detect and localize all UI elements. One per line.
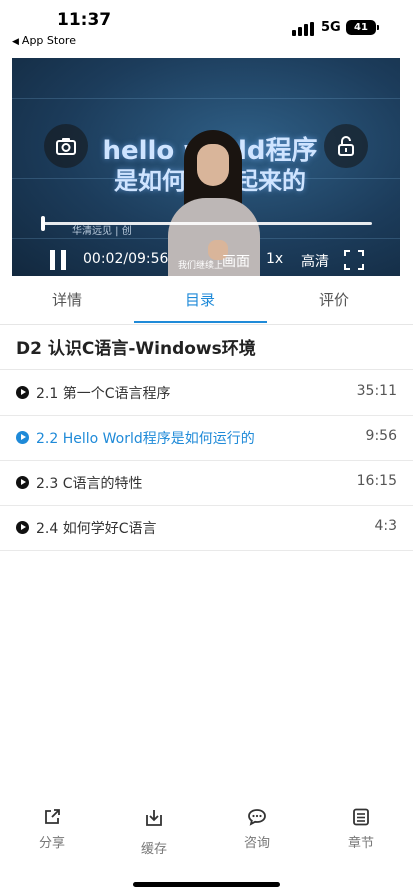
progress-track[interactable]	[42, 222, 372, 225]
lesson-item[interactable]: 2.1 第一个C语言程序 35:11	[0, 370, 413, 416]
back-to-app-store[interactable]: ◀ App Store	[12, 34, 76, 47]
status-bar: 11:37 ◀ App Store 5G 41	[0, 0, 413, 56]
battery-tip	[377, 25, 379, 30]
back-label[interactable]: App Store	[22, 34, 76, 47]
tab-reviews[interactable]: 评价	[294, 280, 374, 324]
active-tab-indicator	[134, 321, 267, 323]
download-icon	[146, 810, 162, 826]
battery-icon: 41	[346, 20, 376, 35]
chapter-title: D2 认识C语言-Windows环境	[16, 339, 256, 359]
fullscreen-button[interactable]	[344, 250, 364, 274]
lesson-title: 2.4 如何学好C语言	[36, 521, 157, 537]
camera-icon	[56, 138, 76, 155]
tab-catalog[interactable]: 目录	[160, 280, 240, 324]
share-label: 分享	[38, 836, 65, 851]
lesson-duration: 16:15	[356, 473, 397, 489]
unlock-icon	[338, 136, 354, 156]
picture-mode-button[interactable]: 画面	[222, 251, 250, 271]
status-time: 11:37	[57, 10, 112, 30]
lesson-duration: 4:3	[374, 518, 397, 534]
signal-icon	[292, 22, 314, 36]
chat-icon	[248, 809, 266, 826]
play-icon	[16, 521, 29, 534]
lesson-title: 2.1 第一个C语言程序	[36, 386, 171, 402]
lesson-title: 2.3 C语言的特性	[36, 476, 143, 492]
progress-thumb[interactable]	[40, 216, 45, 231]
play-icon	[16, 386, 29, 399]
fullscreen-icon	[344, 250, 364, 270]
bottom-action-bar: 分享 缓存 咨询 章节	[0, 800, 413, 860]
play-icon	[16, 476, 29, 489]
playback-time: 00:02/09:56	[83, 251, 169, 267]
share-icon	[45, 809, 60, 824]
lesson-item-active[interactable]: 2.2 Hello World程序是如何运行的 9:56	[0, 415, 413, 461]
list-icon	[353, 808, 369, 826]
cache-button[interactable]: 缓存	[124, 808, 184, 857]
chapters-label: 章节	[347, 836, 374, 851]
consult-button[interactable]: 咨询	[227, 808, 287, 851]
playback-speed-button[interactable]: 1x	[266, 251, 283, 267]
lesson-duration: 9:56	[365, 428, 397, 444]
pause-button[interactable]	[50, 250, 66, 270]
lesson-duration: 35:11	[356, 383, 397, 399]
screenshot-button[interactable]	[44, 124, 88, 168]
lesson-item[interactable]: 2.4 如何学好C语言 4:3	[0, 505, 413, 551]
lesson-item[interactable]: 2.3 C语言的特性 16:15	[0, 460, 413, 506]
cache-label: 缓存	[140, 842, 167, 857]
home-indicator	[133, 882, 280, 887]
play-icon	[16, 431, 29, 444]
lesson-title: 2.2 Hello World程序是如何运行的	[36, 431, 255, 447]
video-player[interactable]: hello world程序 是如何运行起来的 华清远见 | 创 00:02/09…	[12, 58, 400, 276]
course-tabs: 详情 目录 评价	[0, 280, 413, 325]
consult-label: 咨询	[243, 836, 270, 851]
quality-button[interactable]: 高清	[301, 251, 329, 271]
chapters-button[interactable]: 章节	[331, 808, 391, 851]
tab-details[interactable]: 详情	[27, 280, 107, 324]
video-subtitle: 我们继续上	[178, 261, 224, 271]
screen-lock-button[interactable]	[324, 124, 368, 168]
network-label: 5G	[321, 20, 341, 35]
share-button[interactable]: 分享	[22, 808, 82, 851]
